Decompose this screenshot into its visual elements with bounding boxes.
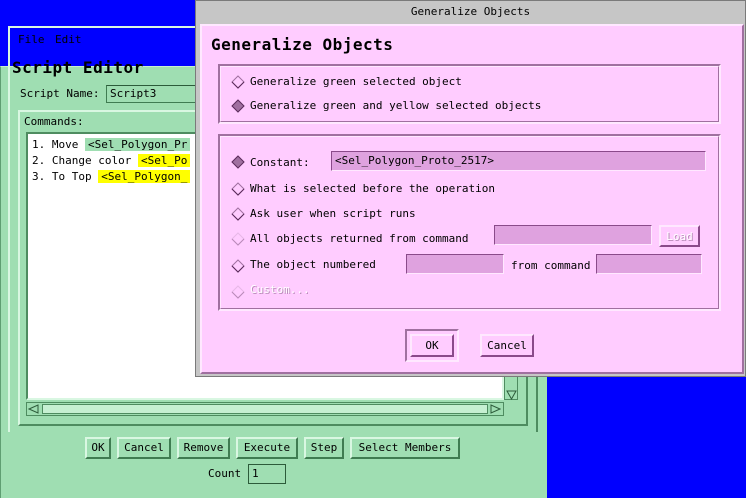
window-title-bar[interactable]: Generalize Objects: [196, 1, 745, 21]
all-objects-command-field[interactable]: [494, 225, 652, 245]
script-name-label: Script Name:: [20, 87, 100, 100]
count-label: Count: [208, 467, 242, 480]
radio-ask-user[interactable]: [231, 207, 245, 221]
horizontal-scroll-thumb[interactable]: [42, 404, 488, 414]
menu-edit[interactable]: Edit: [55, 33, 82, 46]
scroll-left-arrow-icon[interactable]: [27, 404, 39, 414]
dialog-heading: Generalize Objects: [211, 35, 394, 54]
menu-file[interactable]: File: [18, 33, 45, 46]
radio-all-objects[interactable]: [231, 232, 245, 246]
constant-field[interactable]: <Sel_Polygon_Proto_2517>: [331, 151, 706, 171]
list-item[interactable]: 1. Move <Sel_Polygon_Pr: [32, 138, 191, 152]
scroll-down-arrow-icon[interactable]: [506, 390, 517, 401]
command-action: Change color: [51, 154, 132, 167]
radio-green-only[interactable]: [231, 75, 245, 89]
select-members-button[interactable]: Select Members: [350, 437, 460, 459]
step-button[interactable]: Step: [304, 437, 344, 459]
object-number-field[interactable]: [406, 254, 504, 274]
scope-options-box: [218, 64, 721, 124]
editor-ok-button[interactable]: OK: [85, 437, 111, 459]
command-number: 3.: [32, 170, 46, 183]
remove-button[interactable]: Remove: [177, 437, 230, 459]
window-title: Generalize Objects: [410, 5, 531, 18]
scroll-right-arrow-icon[interactable]: [490, 404, 502, 414]
what-selected-label: What is selected before the operation: [250, 182, 496, 195]
all-objects-label: All objects returned from command: [250, 232, 469, 245]
custom-label: Custom...: [250, 283, 310, 296]
script-editor-title: Script Editor: [12, 58, 144, 77]
command-target: <Sel_Po: [137, 154, 191, 167]
ok-button[interactable]: OK: [410, 334, 454, 357]
command-target: <Sel_Polygon_: [98, 170, 191, 183]
from-command-label: from command: [511, 259, 591, 272]
cancel-button[interactable]: Cancel: [480, 334, 534, 357]
command-number: 2.: [32, 154, 46, 167]
scope-green-yellow-label: Generalize green and yellow selected obj…: [250, 99, 542, 112]
scope-green-label: Generalize green selected object: [250, 75, 462, 88]
editor-cancel-button[interactable]: Cancel: [117, 437, 171, 459]
radio-green-and-yellow[interactable]: [231, 99, 245, 113]
from-command-field[interactable]: [596, 254, 702, 274]
load-button[interactable]: Load: [659, 225, 700, 247]
execute-button[interactable]: Execute: [236, 437, 298, 459]
command-action: To Top: [51, 170, 92, 183]
command-action: Move: [51, 138, 79, 151]
radio-object-numbered[interactable]: [231, 259, 245, 273]
constant-label: Constant:: [250, 156, 310, 169]
script-name-input[interactable]: Script3: [106, 85, 196, 103]
command-number: 1.: [32, 138, 46, 151]
list-item[interactable]: 2. Change color <Sel_Po: [32, 154, 191, 168]
ask-user-label: Ask user when script runs: [250, 207, 416, 220]
radio-constant[interactable]: [231, 155, 245, 169]
radio-what-selected[interactable]: [231, 182, 245, 196]
command-target: <Sel_Polygon_Pr: [85, 138, 191, 151]
count-input[interactable]: 1: [248, 464, 286, 484]
desktop-background-bottom: [547, 377, 746, 498]
object-numbered-label: The object numbered: [250, 258, 376, 271]
list-item[interactable]: 3. To Top <Sel_Polygon_: [32, 170, 191, 184]
radio-custom[interactable]: [231, 285, 245, 299]
commands-label: Commands:: [24, 115, 84, 128]
